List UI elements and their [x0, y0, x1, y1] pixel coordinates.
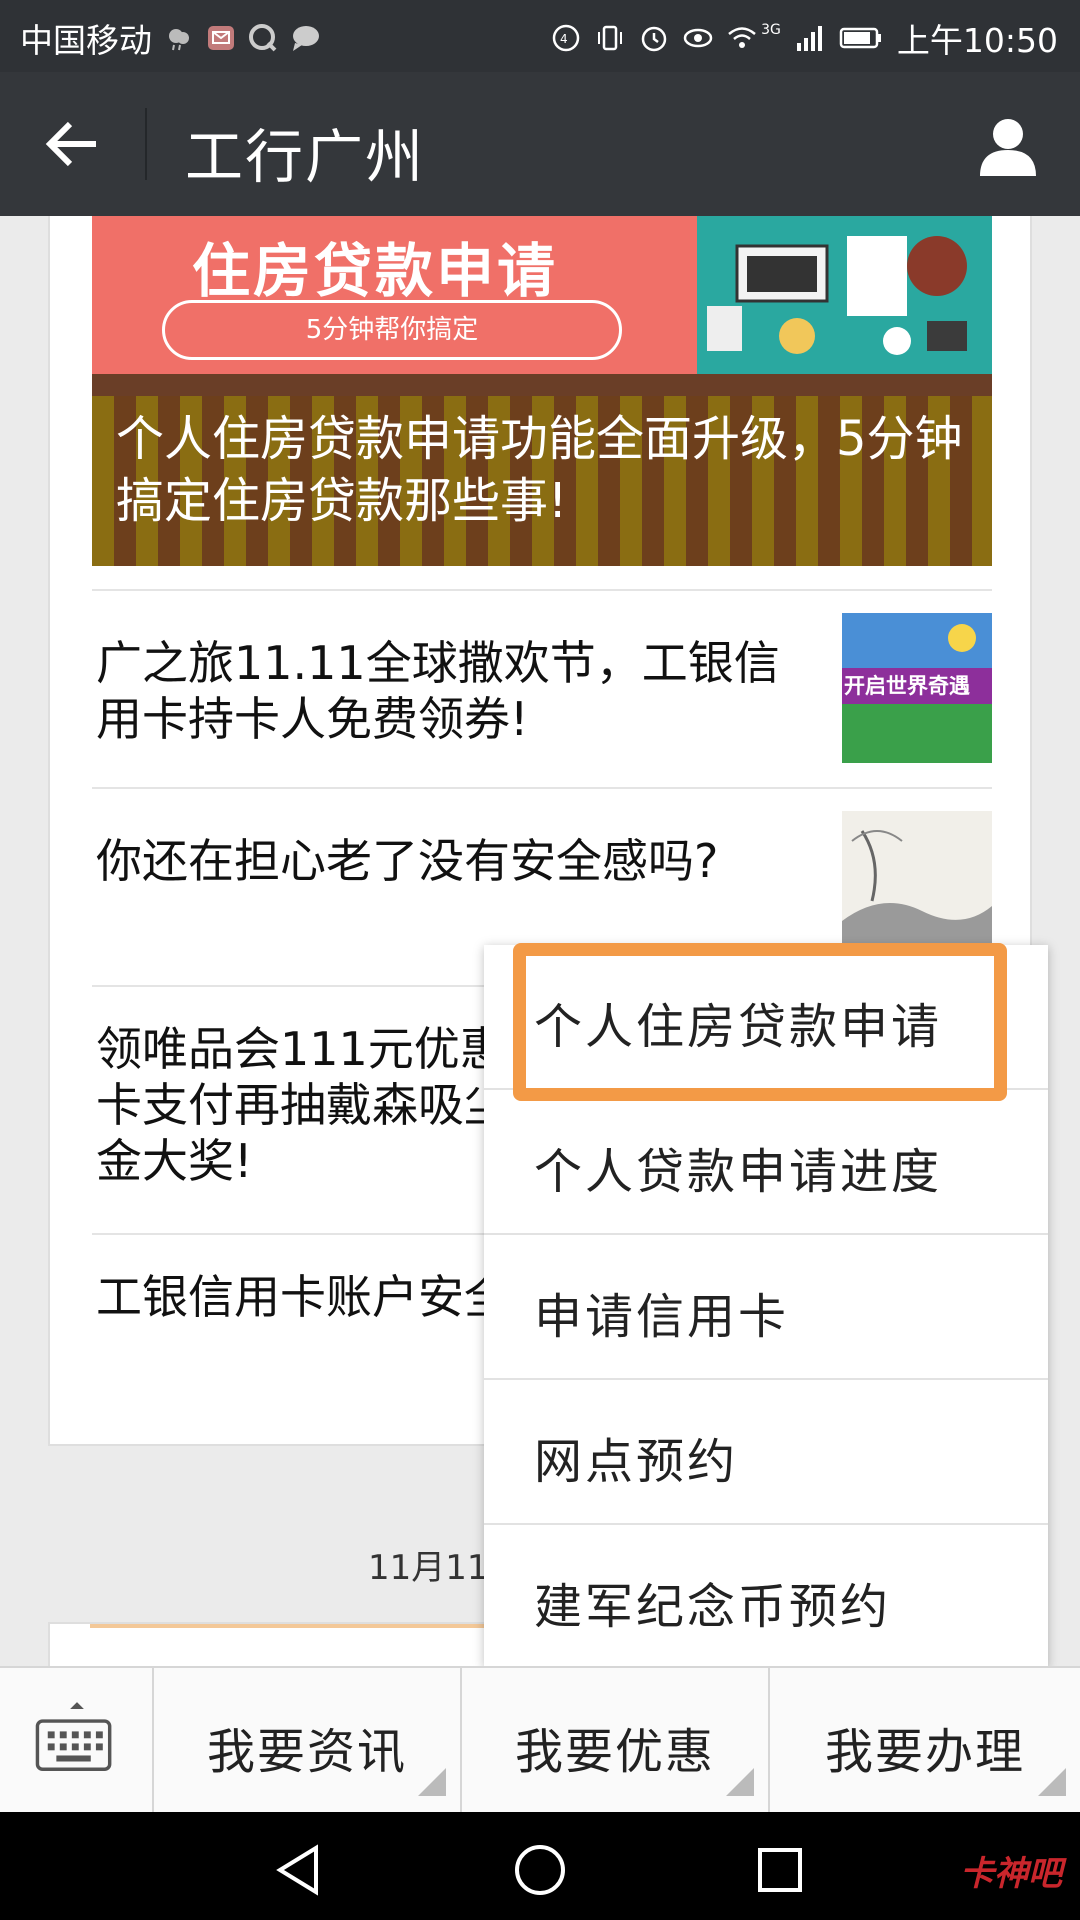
travel-thumbnail-icon: 开启世界奇遇: [842, 613, 992, 763]
menu-item-label: 个人贷款申请进度: [534, 1144, 943, 1200]
menu-item-credit-card[interactable]: 申请信用卡: [484, 1235, 1048, 1380]
menu-item-loan-progress[interactable]: 个人贷款申请进度: [484, 1090, 1048, 1235]
status-left: 中国移动: [20, 14, 320, 62]
system-nav-bar: 卡神吧: [0, 1812, 1080, 1920]
qq-icon: [249, 24, 277, 52]
keyboard-toggle-button[interactable]: [0, 1668, 154, 1812]
title-bar: 工行广州: [0, 72, 1080, 216]
mail-notification-icon: [208, 26, 234, 50]
menu-item-branch-booking[interactable]: 网点预约: [484, 1380, 1048, 1525]
article-title: 广之旅11.11全球撒欢节，工银信用卡持卡人免费领券!: [96, 636, 780, 746]
battery-icon: [839, 27, 881, 49]
eye-icon: [683, 28, 713, 48]
submenu-indicator-icon: [726, 1768, 754, 1796]
tab-label: 我要优惠: [514, 1724, 715, 1780]
menu-item-label: 网点预约: [534, 1434, 739, 1490]
tab-services[interactable]: 我要办理: [770, 1668, 1080, 1812]
hd-icon: 4: [552, 24, 580, 52]
chat-bubble-icon: [293, 26, 319, 51]
menu-item-coin-booking[interactable]: 建军纪念币预约: [484, 1525, 1048, 1667]
alarm-icon: [641, 26, 667, 52]
menu-highlight-box: [513, 943, 1007, 1101]
banner-pink-area: 住房贷款申请 5分钟帮你搞定: [92, 216, 697, 374]
signal-icon: [796, 26, 822, 51]
menu-item-label: 申请信用卡: [534, 1289, 790, 1345]
back-triangle-icon[interactable]: [272, 1842, 328, 1898]
arrow-left-icon[interactable]: [40, 112, 104, 176]
banner-pill: 5分钟帮你搞定: [162, 300, 622, 360]
vibrate-icon: [598, 25, 623, 51]
bottom-menu-bar: 我要资讯 我要优惠 我要办理: [0, 1666, 1080, 1812]
submenu-indicator-icon: [1038, 1768, 1066, 1796]
svg-text:4: 4: [560, 32, 568, 46]
status-right: 4 3G 上午10:50: [551, 14, 1058, 62]
banner-caption: 个人住房贷款申请功能全面升级，5分钟搞定住房贷款那些事!: [116, 411, 963, 529]
network-type-label: 3G: [761, 22, 781, 38]
clock-label: 上午10:50: [896, 21, 1058, 60]
article-item[interactable]: 广之旅11.11全球撒欢节，工银信用卡持卡人免费领券! 开启世界奇遇: [92, 589, 992, 787]
tab-label: 我要资讯: [206, 1724, 407, 1780]
thumb-text: 开启世界奇遇: [844, 674, 970, 698]
landscape-thumbnail-icon: [842, 811, 992, 961]
title-divider: [145, 108, 147, 180]
person-icon[interactable]: [972, 110, 1044, 182]
recents-square-icon[interactable]: [752, 1842, 808, 1898]
menu-item-label: 建军纪念币预约: [534, 1579, 892, 1635]
carrier-label: 中国移动: [20, 21, 152, 60]
desk-illustration-icon: [697, 216, 992, 374]
watermark-logo: 卡神吧: [960, 1854, 1062, 1894]
tab-offers[interactable]: 我要优惠: [462, 1668, 770, 1812]
weather-icon: [169, 29, 189, 51]
banner-strip: [92, 374, 992, 396]
article-title: 你还在担心老了没有安全感吗?: [96, 834, 719, 888]
keyboard-icon: [35, 1702, 112, 1771]
banner-article[interactable]: 住房贷款申请 5分钟帮你搞定 个人住房贷款申请功能全面升级，5分钟搞定住房贷款那…: [92, 216, 992, 566]
submenu-indicator-icon: [418, 1768, 446, 1796]
menu-item-housing-loan[interactable]: 个人住房贷款申请: [484, 943, 1048, 1101]
popup-menu: 个人住房贷款申请 个人贷款申请进度 申请信用卡 网点预约 建军纪念币预约: [484, 943, 1048, 1667]
home-circle-icon[interactable]: [512, 1842, 568, 1898]
page-title: 工行广州: [185, 123, 426, 191]
banner-heading: 住房贷款申请: [192, 237, 559, 305]
wifi-icon: [728, 27, 756, 48]
status-bar: 中国移动 4 3G 上午10:50: [0, 0, 1080, 72]
tab-news[interactable]: 我要资讯: [154, 1668, 462, 1812]
tab-label: 我要办理: [824, 1724, 1025, 1780]
card-accent: [90, 1624, 510, 1628]
